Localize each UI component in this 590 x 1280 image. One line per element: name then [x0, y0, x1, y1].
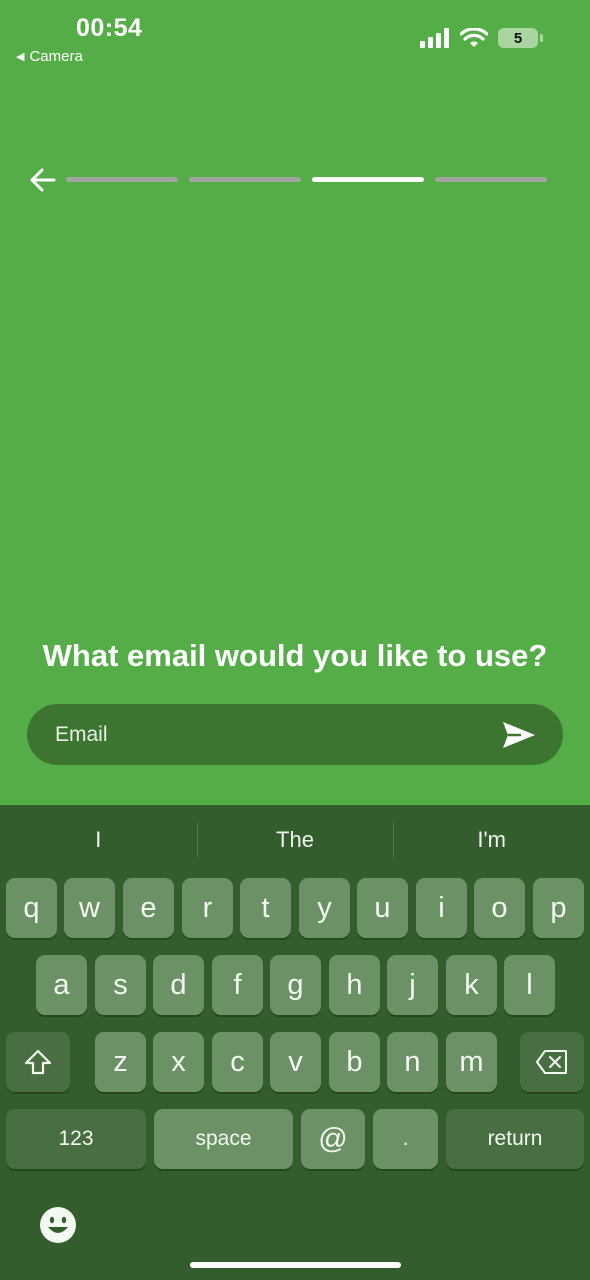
key-v[interactable]: v: [270, 1032, 321, 1092]
progress-step-3: [312, 177, 424, 182]
numbers-key[interactable]: 123: [6, 1109, 146, 1169]
suggestion-3[interactable]: I'm: [393, 805, 590, 875]
cellular-signal-icon: [420, 28, 449, 48]
status-icons: 5: [420, 28, 543, 48]
home-indicator: [190, 1262, 401, 1268]
send-icon[interactable]: [501, 720, 537, 750]
progress-step-2: [189, 177, 301, 182]
onboarding-progress: [66, 177, 547, 182]
return-key[interactable]: return: [446, 1109, 584, 1169]
key-m[interactable]: m: [446, 1032, 497, 1092]
key-d[interactable]: d: [153, 955, 204, 1015]
key-q[interactable]: q: [6, 878, 57, 938]
email-placeholder: Email: [55, 722, 108, 746]
key-t[interactable]: t: [240, 878, 291, 938]
key-l[interactable]: l: [504, 955, 555, 1015]
key-n[interactable]: n: [387, 1032, 438, 1092]
key-j[interactable]: j: [387, 955, 438, 1015]
email-field[interactable]: Email: [27, 704, 563, 765]
status-time: 00:54: [76, 14, 143, 42]
delete-key[interactable]: [520, 1032, 584, 1092]
key-u[interactable]: u: [357, 878, 408, 938]
back-triangle-icon: ◀: [16, 51, 25, 63]
wifi-icon: [460, 28, 488, 47]
back-arrow-icon[interactable]: [28, 166, 58, 194]
back-to-camera-label: Camera: [29, 48, 83, 65]
progress-step-4: [435, 177, 547, 182]
page-title: What email would you like to use?: [42, 638, 548, 673]
key-z[interactable]: z: [95, 1032, 146, 1092]
key-s[interactable]: s: [95, 955, 146, 1015]
key-y[interactable]: y: [299, 878, 350, 938]
shift-icon: [24, 1049, 52, 1075]
key-b[interactable]: b: [329, 1032, 380, 1092]
dot-key[interactable]: .: [373, 1109, 438, 1169]
space-key[interactable]: space: [154, 1109, 293, 1169]
key-p[interactable]: p: [533, 878, 584, 938]
key-a[interactable]: a: [36, 955, 87, 1015]
key-k[interactable]: k: [446, 955, 497, 1015]
backspace-icon: [536, 1050, 567, 1074]
at-key[interactable]: @: [301, 1109, 365, 1169]
shift-key[interactable]: [6, 1032, 70, 1092]
suggestion-bar: I The I'm: [0, 805, 590, 875]
key-o[interactable]: o: [474, 878, 525, 938]
emoji-icon[interactable]: [38, 1205, 78, 1245]
key-e[interactable]: e: [123, 878, 174, 938]
key-f[interactable]: f: [212, 955, 263, 1015]
suggestion-2[interactable]: The: [196, 805, 394, 875]
key-h[interactable]: h: [329, 955, 380, 1015]
key-c[interactable]: c: [212, 1032, 263, 1092]
key-i[interactable]: i: [416, 878, 467, 938]
back-to-camera-link[interactable]: ◀ Camera: [16, 48, 83, 65]
key-g[interactable]: g: [270, 955, 321, 1015]
progress-step-1: [66, 177, 178, 182]
key-w[interactable]: w: [64, 878, 115, 938]
suggestion-1[interactable]: I: [0, 805, 197, 875]
key-r[interactable]: r: [182, 878, 233, 938]
key-x[interactable]: x: [153, 1032, 204, 1092]
battery-level: 5: [513, 29, 523, 47]
battery-indicator: 5: [498, 28, 543, 48]
